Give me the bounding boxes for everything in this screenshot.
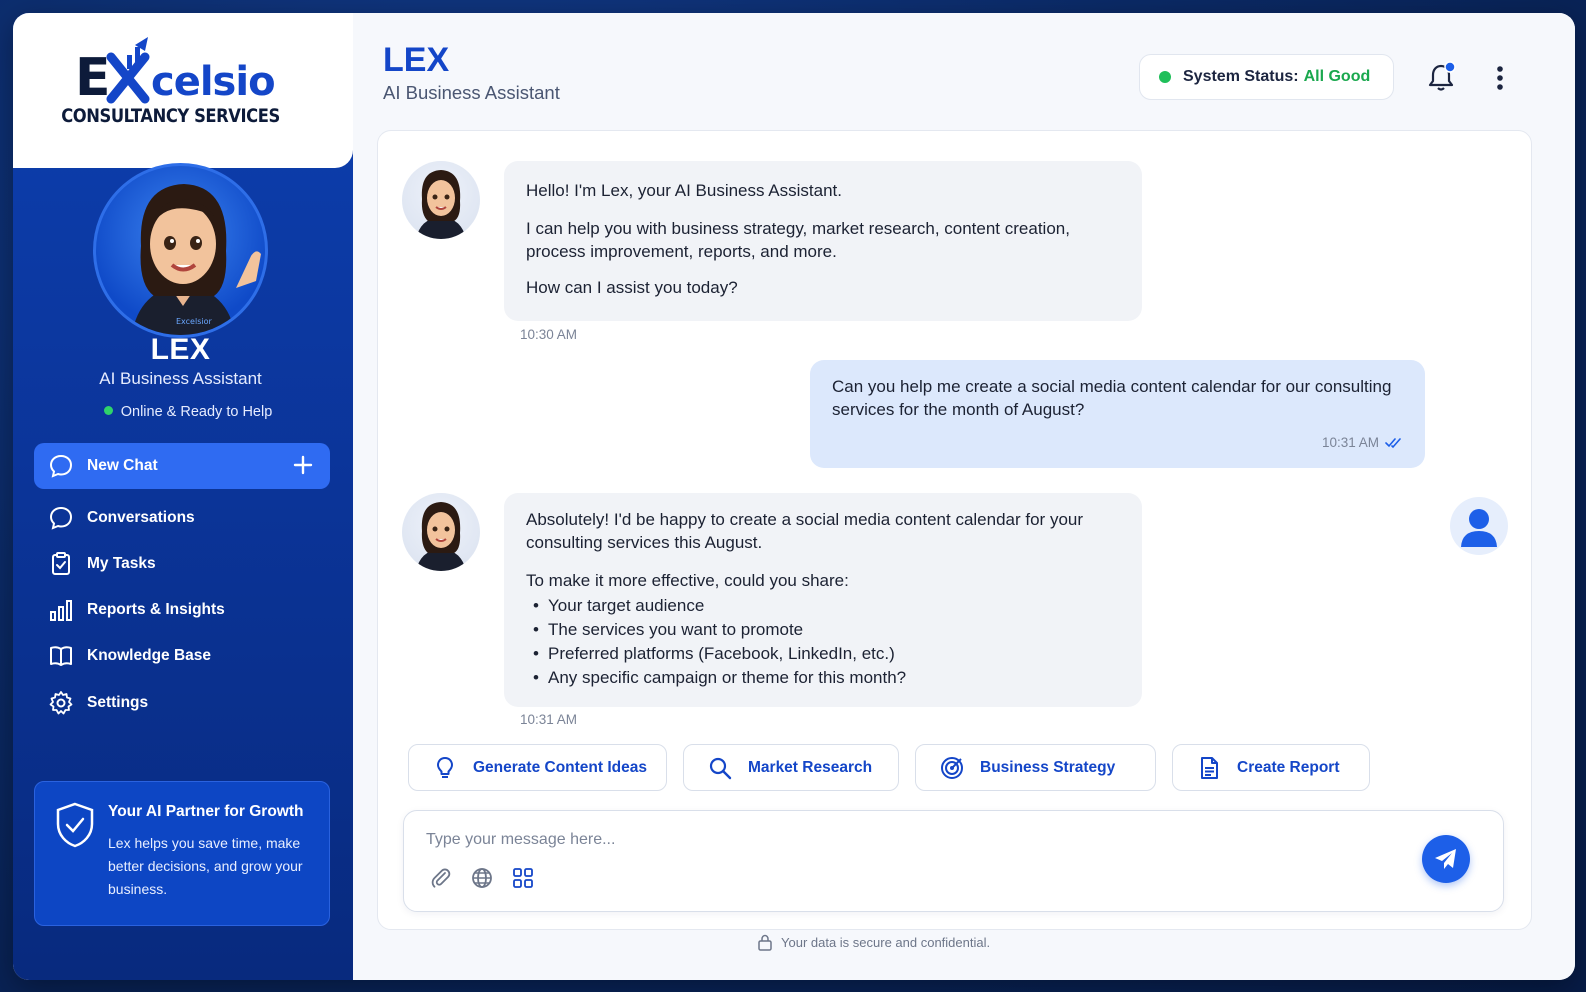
quick-action-business-strategy[interactable]: Business Strategy [915,744,1156,791]
list-item: The services you want to promote [526,618,1120,642]
message-paragraph: To make it more effective, could you sha… [526,571,849,590]
quick-action-create-report[interactable]: Create Report [1172,744,1370,791]
agent-avatar: Excelsior [93,163,268,338]
list-item: Any specific campaign or theme for this … [526,666,1120,690]
book-icon [50,646,72,666]
agent-role: AI Business Assistant [99,369,262,388]
message-text: Can you help me create a social media co… [832,377,1392,419]
svg-text:celsior: celsior [151,59,275,105]
sidebar-item-conversations[interactable]: Conversations [34,498,330,538]
lightbulb-icon [437,756,453,778]
sidebar-item-label: Knowledge Base [87,647,212,664]
target-icon [941,756,963,779]
online-dot-icon [103,406,113,415]
bot-avatar [402,161,480,239]
message-timestamp: 10:30 AM [520,327,578,342]
sidebar: E celsior CONSULTANCY SERVICES [13,13,353,980]
clipboard-check-icon [52,552,70,575]
send-plane-icon [1435,849,1456,869]
message-paragraph: Absolutely! I'd be happy to create a soc… [526,510,1084,552]
chat-bubble-icon [49,506,73,530]
bot-avatar [402,493,480,571]
list-item: Preferred platforms (Facebook, LinkedIn,… [526,642,1120,666]
bot-message-bubble: Hello! I'm Lex, your AI Business Assista… [504,161,1142,321]
security-note-text: Your data is secure and confidential. [781,935,991,950]
quick-action-label: Generate Content Ideas [473,758,647,776]
gear-icon [49,691,73,715]
list-item: Your target audience [526,594,1120,618]
quick-action-market-research[interactable]: Market Research [683,744,899,791]
sidebar-item-knowledge-base[interactable]: Knowledge Base [34,636,330,676]
promo-body: Lex helps you save time, make better dec… [108,835,303,897]
read-receipt-icon [1385,437,1401,448]
status-value: All Good [1303,68,1371,85]
sidebar-item-label: Reports & Insights [87,601,225,618]
user-avatar [1450,497,1508,555]
send-button[interactable] [1422,835,1470,883]
user-message-meta: 10:31 AM [1322,431,1403,454]
plus-icon [293,455,313,475]
chat-bubble-icon [49,454,73,478]
sidebar-item-label: My Tasks [87,555,156,572]
user-message-bubble: Can you help me create a social media co… [810,360,1425,468]
more-options-icon[interactable] [1490,64,1510,92]
quick-action-label: Market Research [748,758,873,776]
quick-action-label: Business Strategy [980,758,1116,776]
message-composer [403,810,1504,912]
new-chat-label: New Chat [87,457,158,474]
system-status-badge: System Status: All Good [1139,54,1394,100]
notification-bell-icon[interactable] [1426,61,1456,93]
sidebar-item-my-tasks[interactable]: My Tasks [34,544,330,584]
brand-subtitle: CONSULTANCY SERVICES [61,105,280,127]
status-label: System Status: [1183,68,1299,85]
brand-logo-card: E celsior CONSULTANCY SERVICES [13,13,353,168]
security-note: Your data is secure and confidential. [757,934,990,951]
sidebar-item-settings[interactable]: Settings [34,683,330,723]
message-paragraph: I can help you with business strategy, m… [526,219,1070,261]
promo-title: Your AI Partner for Growth [108,803,304,820]
page-title: LEX [383,41,450,79]
new-chat-button[interactable]: New Chat [34,443,330,489]
shield-check-icon [56,802,94,848]
status-dot-icon [1159,71,1171,83]
globe-icon[interactable] [471,867,493,889]
message-paragraph: Hello! I'm Lex, your AI Business Assista… [526,181,842,200]
apps-grid-icon[interactable] [512,867,534,889]
document-icon [1201,756,1218,779]
sidebar-item-label: Settings [87,694,149,711]
bar-chart-icon [50,600,72,621]
message-paragraph: How can I assist you today? [526,278,738,297]
app-window: E celsior CONSULTANCY SERVICES [13,13,1575,980]
svg-text:E: E [75,48,111,107]
message-timestamp: 10:31 AM [1321,435,1379,450]
agent-name: LEX [150,333,211,366]
main-area: LEX AI Business Assistant System Status:… [353,13,1575,980]
svg-text:Excelsior: Excelsior [176,317,212,326]
paperclip-icon[interactable] [430,867,452,889]
excelsior-logo: E celsior [75,37,275,107]
sidebar-item-label: Conversations [87,509,195,526]
promo-card: Your AI Partner for Growth Lex helps you… [34,781,330,926]
quick-action-generate-content-ideas[interactable]: Generate Content Ideas [408,744,667,791]
page-subtitle: AI Business Assistant [383,82,560,103]
quick-action-label: Create Report [1237,758,1340,776]
message-timestamp: 10:31 AM [520,712,578,727]
lock-icon [758,934,772,951]
message-input[interactable] [426,827,1376,853]
bot-message-bubble: Absolutely! I'd be happy to create a soc… [504,493,1142,707]
agent-online-status: Online & Ready to Help [13,404,363,420]
search-icon [709,757,732,779]
message-bullet-list: Your target audience The services you wa… [526,594,1120,690]
sidebar-item-reports[interactable]: Reports & Insights [34,590,330,630]
